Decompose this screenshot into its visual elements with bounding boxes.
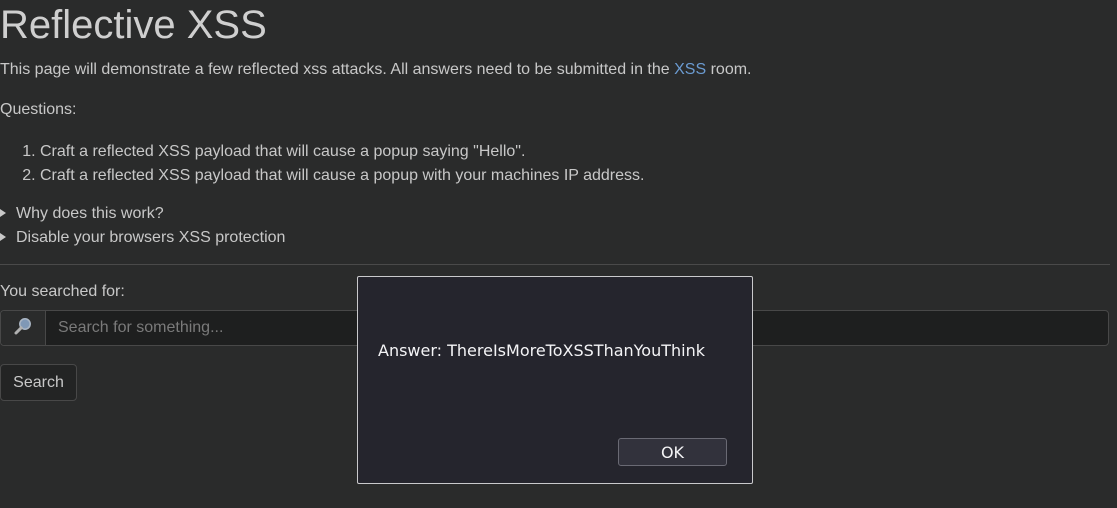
disclosure-triangle-icon [0, 233, 6, 241]
searched-for-label: You searched for: [0, 283, 125, 300]
alert-message: Answer: ThereIsMoreToXSSThanYouThink [378, 341, 705, 360]
intro-prefix: This page will demonstrate a few reflect… [0, 61, 675, 78]
disclosure-triangle-icon [0, 209, 6, 217]
details-summary-label: Why does this work? [16, 205, 164, 222]
ok-button[interactable]: OK [618, 438, 727, 466]
page-title: Reflective XSS [0, 3, 267, 47]
search-addon [1, 311, 46, 345]
intro-text: This page will demonstrate a few reflect… [0, 60, 751, 80]
question-item-1: Craft a reflected XSS payload that will … [40, 140, 644, 164]
divider [0, 264, 1110, 265]
questions-list: Craft a reflected XSS payload that will … [0, 140, 644, 188]
details-disable-xss-protection[interactable]: Disable your browsers XSS protection [0, 228, 285, 248]
alert-dialog: Answer: ThereIsMoreToXSSThanYouThink OK [357, 276, 753, 484]
questions-label: Questions: [0, 101, 77, 118]
xss-room-link[interactable]: XSS [674, 61, 706, 78]
magnifier-icon [13, 316, 33, 341]
details-summary-label: Disable your browsers XSS protection [16, 229, 286, 246]
question-item-2: Craft a reflected XSS payload that will … [40, 164, 644, 188]
page: Reflective XSS This page will demonstrat… [0, 0, 1117, 508]
details-why-does-this-work[interactable]: Why does this work? [0, 204, 164, 224]
search-button[interactable]: Search [0, 364, 77, 401]
intro-suffix: room. [706, 61, 752, 78]
